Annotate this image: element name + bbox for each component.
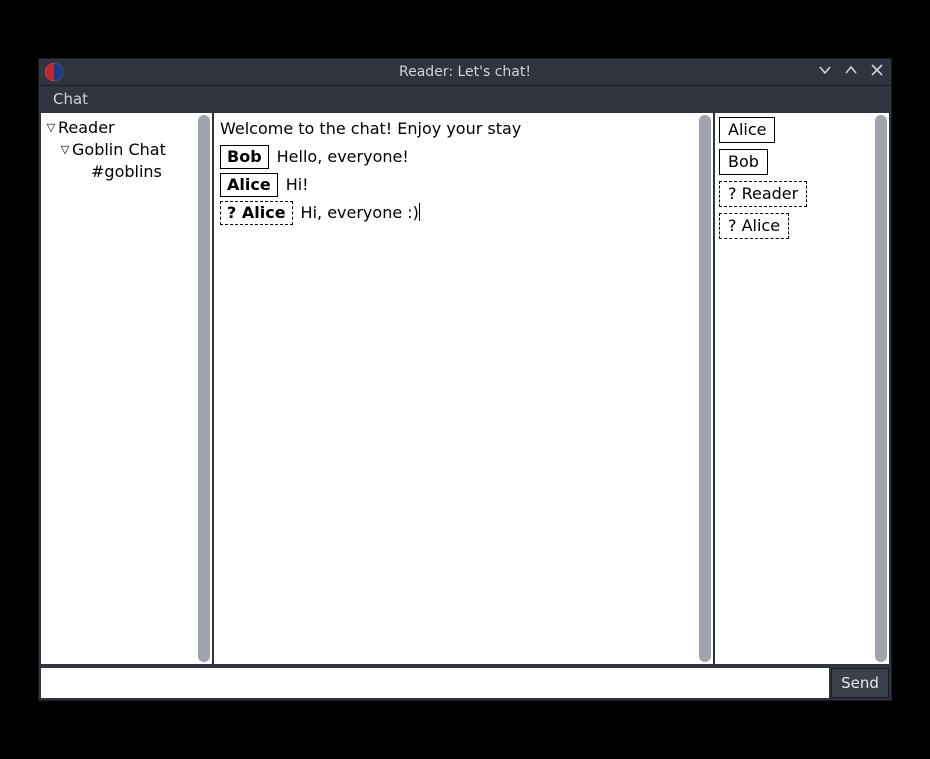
scrollbar-thumb[interactable] (198, 115, 210, 662)
panes: ▽ Reader ▽ Goblin Chat #goblins Welcom (39, 111, 891, 666)
scrollbar-thumb[interactable] (875, 115, 887, 662)
user-badge[interactable]: Alice (719, 117, 775, 143)
scrollbar[interactable] (196, 113, 212, 664)
app-window: Reader: Let's chat! Chat ▽ Reader (38, 58, 892, 701)
input-row: Send (39, 666, 891, 700)
send-button[interactable]: Send (831, 668, 889, 698)
user-list[interactable]: Alice Bob ? Reader ? Alice (715, 113, 873, 664)
channel-tree[interactable]: ▽ Reader ▽ Goblin Chat #goblins (41, 113, 196, 664)
client-area: ▽ Reader ▽ Goblin Chat #goblins Welcom (39, 111, 891, 700)
scrollbar[interactable] (697, 113, 713, 664)
chat-welcome: Welcome to the chat! Enjoy your stay (218, 117, 695, 143)
tree-root-label: Reader (58, 117, 115, 139)
window-controls (817, 63, 885, 81)
menu-chat[interactable]: Chat (47, 88, 94, 110)
titlebar[interactable]: Reader: Let's chat! (39, 59, 891, 85)
tree-server-label: Goblin Chat (72, 139, 166, 161)
message-text: Hi, everyone :) (301, 201, 420, 225)
sender-badge: Bob (220, 145, 269, 169)
chat-log-pane: Welcome to the chat! Enjoy your stay Bob… (214, 113, 713, 664)
sender-badge: ? Alice (220, 201, 293, 225)
tree-channel[interactable]: #goblins (45, 161, 194, 183)
message-text: Hi! (286, 173, 309, 197)
user-list-pane: Alice Bob ? Reader ? Alice (715, 113, 889, 664)
tree-server[interactable]: ▽ Goblin Chat (45, 139, 194, 161)
tree-root[interactable]: ▽ Reader (45, 117, 194, 139)
chat-log[interactable]: Welcome to the chat! Enjoy your stay Bob… (214, 113, 697, 664)
tree-channel-label: #goblins (91, 161, 162, 183)
menubar: Chat (39, 85, 891, 111)
sender-badge: Alice (220, 173, 278, 197)
minimize-icon[interactable] (817, 63, 833, 81)
user-badge[interactable]: ? Alice (719, 213, 789, 239)
close-icon[interactable] (869, 64, 885, 80)
scrollbar[interactable] (873, 113, 889, 664)
text-caret (419, 203, 420, 221)
chat-message: Alice Hi! (218, 171, 695, 199)
triangle-down-icon[interactable]: ▽ (59, 139, 71, 161)
chat-message: ? Alice Hi, everyone :) (218, 199, 695, 227)
window-title: Reader: Let's chat! (39, 64, 891, 80)
message-text: Hello, everyone! (277, 145, 409, 169)
app-icon (45, 63, 63, 81)
maximize-icon[interactable] (843, 63, 859, 81)
chat-message: Bob Hello, everyone! (218, 143, 695, 171)
triangle-down-icon[interactable]: ▽ (45, 117, 57, 139)
message-input[interactable] (41, 668, 829, 698)
scrollbar-thumb[interactable] (699, 115, 711, 662)
user-badge[interactable]: ? Reader (719, 181, 807, 207)
user-badge[interactable]: Bob (719, 149, 768, 175)
channel-tree-pane: ▽ Reader ▽ Goblin Chat #goblins (41, 113, 212, 664)
